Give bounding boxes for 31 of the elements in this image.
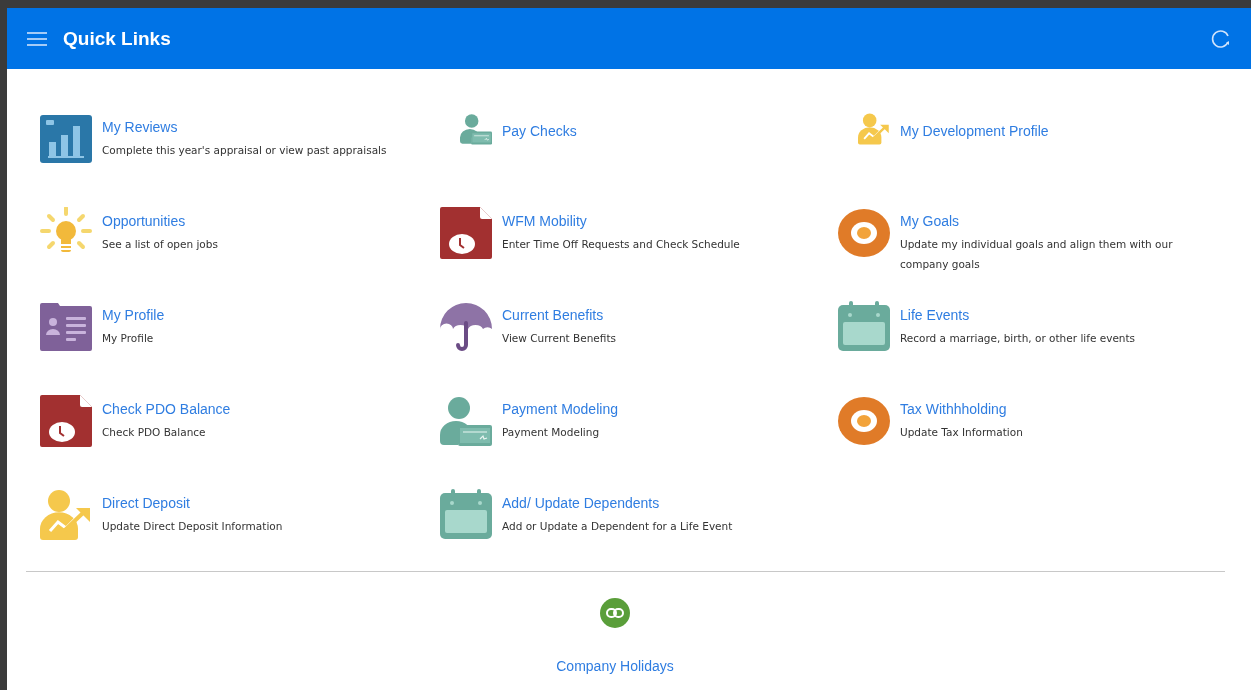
quick-link[interactable]: WFM Mobility (502, 210, 740, 232)
link-description: Complete this year's appraisal or view past appraisals (102, 143, 387, 158)
link-description: Record a marriage, birth, or other life events (900, 331, 1136, 346)
link-description: Add or Update a Dependent for a Life Event (502, 519, 733, 534)
quick-link[interactable]: My Goals (900, 210, 1190, 232)
quick-link[interactable]: Add/ Update Dependents (502, 492, 733, 514)
link-description: Update Direct Deposit Information (102, 519, 283, 534)
link-description: Enter Time Off Requests and Check Schedule (502, 237, 740, 252)
quick-link[interactable]: My Development Profile (900, 119, 1049, 142)
link-description: Update my individual goals and align them with our company goals (900, 237, 1174, 272)
link-description: Payment Modeling (502, 425, 601, 440)
link-icon (600, 598, 630, 628)
quick-link[interactable]: Payment Modeling (502, 398, 618, 420)
quick-link[interactable]: My Profile (102, 304, 165, 326)
link-description: Check PDO Balance (102, 425, 207, 440)
quick-link[interactable]: Opportunities (102, 210, 218, 232)
link-description: View Current Benefits (502, 331, 616, 346)
quick-link[interactable]: My Reviews (102, 116, 387, 138)
link-description: My Profile (102, 331, 155, 346)
refresh-icon[interactable] (1211, 28, 1231, 49)
quick-link[interactable]: Check PDO Balance (102, 398, 231, 420)
link-description: Update Tax Information (900, 425, 1023, 440)
link-description: See a list of open jobs (102, 237, 218, 252)
quick-link[interactable]: Life Events (900, 304, 1136, 326)
company-holidays-link[interactable]: Company Holidays (556, 658, 674, 674)
quick-link[interactable]: Pay Checks (502, 119, 577, 142)
page-title: Quick Links (63, 27, 172, 50)
quick-link[interactable]: Direct Deposit (102, 492, 283, 514)
quick-link[interactable]: Current Benefits (502, 304, 616, 326)
quick-link[interactable]: Tax Withhholding (900, 398, 1023, 420)
menu-icon[interactable] (27, 30, 47, 47)
